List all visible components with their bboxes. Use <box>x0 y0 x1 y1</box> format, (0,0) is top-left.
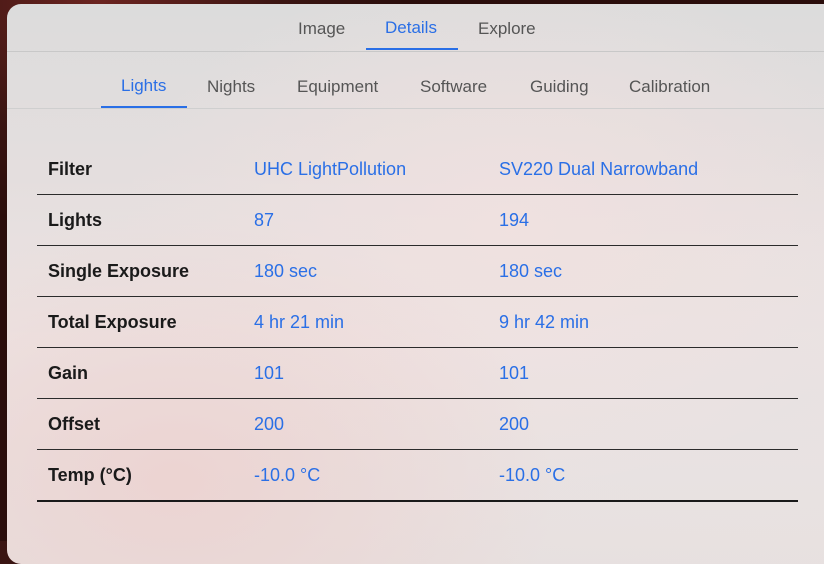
lights-table: Filter UHC LightPollution SV220 Dual Nar… <box>37 144 798 502</box>
filter-1-link[interactable]: UHC LightPollution <box>243 144 488 195</box>
subtab-lights[interactable]: Lights <box>121 76 166 96</box>
row-value: 87 <box>243 194 488 246</box>
row-label: Single Exposure <box>37 245 243 297</box>
row-value: 101 <box>488 347 798 399</box>
tab-image[interactable]: Image <box>298 19 345 39</box>
table-row-offset: Offset 200 200 <box>37 398 798 450</box>
subtab-calibration[interactable]: Calibration <box>629 77 710 97</box>
row-value: 4 hr 21 min <box>243 296 488 348</box>
filter-2-link[interactable]: SV220 Dual Narrowband <box>488 144 798 195</box>
tab-details-underline <box>366 48 458 50</box>
subtab-guiding[interactable]: Guiding <box>530 77 589 97</box>
main-tab-bar: Image Details Explore <box>7 4 824 52</box>
table-row-lights: Lights 87 194 <box>37 194 798 246</box>
row-value: -10.0 °C <box>243 449 488 502</box>
subtab-nights[interactable]: Nights <box>207 77 255 97</box>
subtab-software[interactable]: Software <box>420 77 487 97</box>
row-label: Temp (°C) <box>37 449 243 502</box>
row-value: 9 hr 42 min <box>488 296 798 348</box>
details-panel: Image Details Explore Lights Nights Equi… <box>7 4 824 564</box>
row-value: 194 <box>488 194 798 246</box>
table-row-single-exposure: Single Exposure 180 sec 180 sec <box>37 245 798 297</box>
row-value: 180 sec <box>488 245 798 297</box>
row-label: Gain <box>37 347 243 399</box>
tab-details[interactable]: Details <box>385 18 437 38</box>
table-row-gain: Gain 101 101 <box>37 347 798 399</box>
subtab-equipment[interactable]: Equipment <box>297 77 378 97</box>
row-value: 180 sec <box>243 245 488 297</box>
row-label: Total Exposure <box>37 296 243 348</box>
row-value: 200 <box>243 398 488 450</box>
row-value: -10.0 °C <box>488 449 798 502</box>
row-value: 101 <box>243 347 488 399</box>
row-label: Lights <box>37 194 243 246</box>
row-label: Filter <box>37 144 243 195</box>
table-row-temp: Temp (°C) -10.0 °C -10.0 °C <box>37 449 798 502</box>
table-row-total-exposure: Total Exposure 4 hr 21 min 9 hr 42 min <box>37 296 798 348</box>
subtab-lights-underline <box>101 106 187 108</box>
row-value: 200 <box>488 398 798 450</box>
sub-tab-bar: Lights Nights Equipment Software Guiding… <box>7 52 824 109</box>
table-row-filter: Filter UHC LightPollution SV220 Dual Nar… <box>37 144 798 195</box>
row-label: Offset <box>37 398 243 450</box>
tab-explore[interactable]: Explore <box>478 19 536 39</box>
